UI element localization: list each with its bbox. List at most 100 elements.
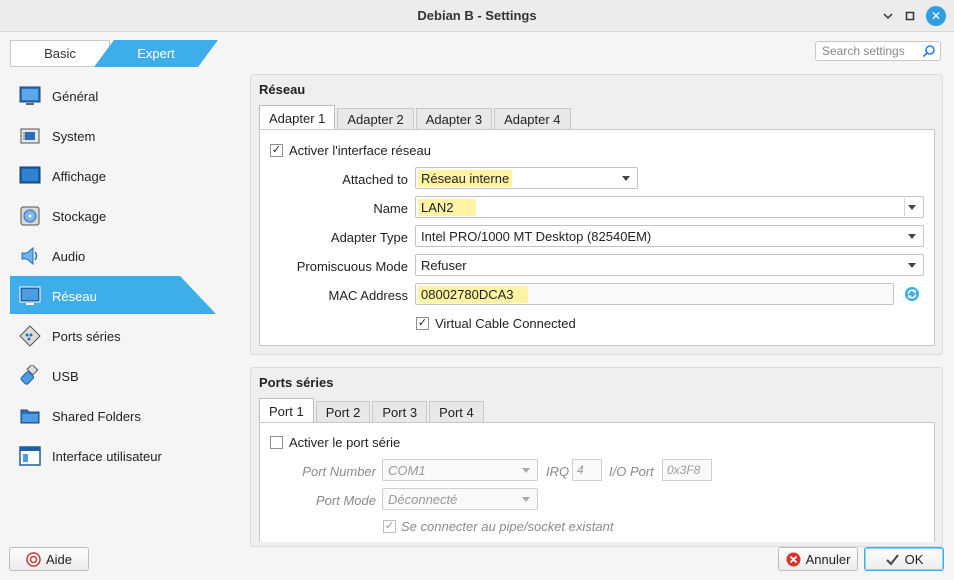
serial-port-icon [18, 324, 42, 348]
cancel-button-label: Annuler [805, 551, 851, 567]
nav-item-usb[interactable]: USB [10, 356, 220, 396]
search-input[interactable]: Search settings [815, 41, 941, 61]
adapter-type-select[interactable]: Intel PRO/1000 MT Desktop (82540EM) [415, 225, 924, 247]
mac-address-label: MAC Address [328, 288, 408, 303]
nav-item-shared-folders[interactable]: Shared Folders [10, 396, 220, 436]
enable-serial-label: Activer le port série [289, 435, 401, 450]
attached-to-select[interactable]: Réseau interne [415, 167, 638, 189]
ok-button[interactable]: OK [864, 547, 944, 571]
promiscuous-mode-select[interactable]: Refuser [415, 254, 924, 276]
name-select[interactable]: LAN2 [415, 196, 924, 218]
nav-label: Audio [52, 248, 86, 264]
connect-pipe-label: Se connecter au pipe/socket existant [401, 519, 614, 534]
nav-item-general[interactable]: Général [10, 76, 220, 116]
cancel-button[interactable]: Annuler [778, 547, 858, 571]
minimize-icon[interactable] [878, 6, 898, 26]
tab-adapter-1[interactable]: Adapter 1 [259, 105, 336, 130]
port-number-value: COM1 [388, 462, 426, 478]
nav-item-system[interactable]: System [10, 116, 220, 156]
help-button[interactable]: Aide [9, 547, 89, 571]
irq-label: IRQ [546, 464, 570, 479]
nav-item-user-interface[interactable]: Interface utilisateur [10, 436, 220, 476]
port-mode-label: Port Mode [316, 493, 376, 508]
mode-toggle: Basic Expert [10, 40, 218, 67]
adapter-type-value: Intel PRO/1000 MT Desktop (82540EM) [421, 228, 652, 244]
port-number-label: Port Number [302, 464, 376, 479]
irq-field[interactable]: 4 [572, 459, 602, 481]
tab-port-1[interactable]: Port 1 [259, 398, 314, 423]
maximize-icon[interactable] [900, 6, 920, 26]
adapter-type-label: Adapter Type [330, 230, 408, 245]
nav-label: Réseau [52, 288, 97, 304]
attached-to-label: Attached to [342, 172, 408, 187]
mac-address-field[interactable]: 08002780DCA3 [415, 283, 894, 305]
connect-pipe-checkbox[interactable]: ✓ [383, 520, 396, 533]
nav-label: USB [52, 368, 79, 384]
checkmark-icon [885, 552, 900, 567]
nav-label: Affichage [52, 168, 106, 184]
nav-item-display[interactable]: Affichage [10, 156, 220, 196]
nav-label: Ports séries [52, 328, 121, 344]
enable-serial-checkbox[interactable] [270, 436, 283, 449]
refresh-mac-icon[interactable] [904, 286, 920, 302]
adapter-tabs: Adapter 1 Adapter 2 Adapter 3 Adapter 4 [259, 105, 573, 130]
tab-adapter-3[interactable]: Adapter 3 [415, 108, 493, 130]
network-section-title: Réseau [259, 82, 306, 97]
window-title: Debian B - Settings [417, 8, 537, 23]
nav-item-serial-ports[interactable]: Ports séries [10, 316, 220, 356]
search-placeholder: Search settings [822, 44, 905, 58]
nav-label: System [52, 128, 96, 144]
port-mode-value: Déconnecté [388, 491, 458, 507]
chevron-down-icon [908, 263, 916, 268]
chevron-down-icon [622, 176, 630, 181]
cancel-icon [786, 552, 801, 567]
close-icon[interactable]: ✕ [926, 6, 946, 26]
promiscuous-mode-label: Promiscuous Mode [296, 259, 408, 274]
nav-label: Stockage [52, 208, 107, 224]
nav-item-network[interactable]: Réseau [10, 276, 220, 316]
adapter-panel: ✓ Activer l'interface réseau Attached to… [259, 129, 935, 346]
port-number-select[interactable]: COM1 [382, 459, 538, 481]
cable-connected-label: Virtual Cable Connected [435, 316, 576, 331]
serial-ports-section: Ports séries Port 1 Port 2 Port 3 Port 4… [250, 367, 943, 547]
chevron-down-icon [522, 497, 530, 502]
chevron-down-icon [908, 234, 916, 239]
chevron-down-icon [522, 468, 530, 473]
attached-to-value: Réseau interne [418, 169, 513, 187]
serial-section-title: Ports séries [259, 375, 334, 390]
settings-nav: Général System Affichage Stockage Audio … [10, 76, 220, 476]
tab-port-4[interactable]: Port 4 [429, 401, 484, 423]
chevron-down-icon [908, 205, 916, 210]
network-section: Réseau Adapter 1 Adapter 2 Adapter 3 Ada… [250, 74, 943, 355]
tab-adapter-4[interactable]: Adapter 4 [494, 108, 571, 130]
tab-port-3[interactable]: Port 3 [372, 401, 428, 423]
enable-adapter-checkbox[interactable]: ✓ [270, 144, 283, 157]
tab-adapter-2[interactable]: Adapter 2 [337, 108, 414, 130]
name-label: Name [373, 201, 408, 216]
nav-item-audio[interactable]: Audio [10, 236, 220, 276]
port-mode-select[interactable]: Déconnecté [382, 488, 538, 510]
ok-button-label: OK [904, 551, 924, 567]
usb-icon [18, 364, 42, 388]
port-tabs: Port 1 Port 2 Port 3 Port 4 [259, 398, 486, 423]
mac-address-value: 08002780DCA3 [418, 285, 528, 303]
basic-mode-button[interactable]: Basic [10, 40, 110, 67]
nav-label: Général [52, 88, 99, 104]
monitor-icon [18, 84, 42, 108]
network-icon [18, 284, 42, 308]
ui-window-icon [18, 444, 42, 468]
tab-port-2[interactable]: Port 2 [315, 401, 371, 423]
io-port-label: I/O Port [609, 464, 654, 479]
folder-icon [18, 404, 42, 428]
nav-label: Shared Folders [52, 408, 141, 424]
cable-connected-checkbox[interactable]: ✓ [416, 317, 429, 330]
expert-mode-button[interactable]: Expert [94, 40, 218, 67]
nav-item-storage[interactable]: Stockage [10, 196, 220, 236]
help-button-label: Aide [45, 551, 73, 567]
nav-label: Interface utilisateur [52, 448, 162, 464]
disk-icon [18, 204, 42, 228]
help-icon [26, 551, 41, 567]
search-icon [922, 45, 935, 58]
io-port-field[interactable]: 0x3F8 [662, 459, 712, 481]
title-bar: Debian B - Settings ✕ [0, 0, 954, 32]
